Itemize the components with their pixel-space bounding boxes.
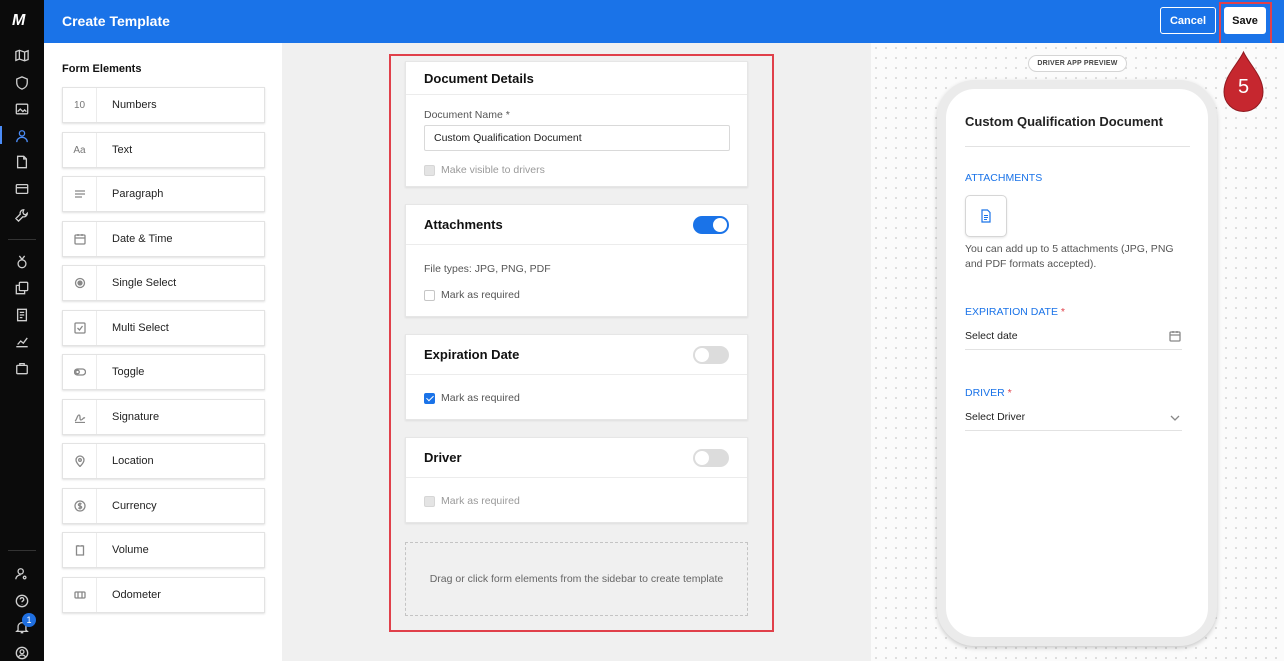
shield-icon[interactable] bbox=[14, 75, 30, 91]
cancel-button[interactable]: Cancel bbox=[1160, 7, 1216, 34]
help-icon[interactable] bbox=[14, 593, 30, 609]
page-title: Create Template bbox=[62, 13, 170, 29]
element-multi-select[interactable]: Multi Select bbox=[62, 310, 265, 346]
element-label: Single Select bbox=[112, 277, 177, 289]
rail-divider-bottom bbox=[8, 550, 36, 551]
volume-icon bbox=[63, 533, 97, 567]
map-icon[interactable] bbox=[14, 48, 30, 64]
notification-badge: 1 bbox=[22, 613, 36, 627]
bag-icon[interactable] bbox=[14, 360, 30, 376]
required-asterisk: * bbox=[1060, 306, 1065, 318]
builder-highlight-box bbox=[389, 54, 774, 632]
preview-driver-label: DRIVER * bbox=[965, 387, 1012, 399]
element-label: Location bbox=[112, 455, 154, 467]
element-signature[interactable]: Signature bbox=[62, 399, 265, 435]
rail-divider bbox=[8, 239, 36, 240]
report-icon[interactable] bbox=[14, 307, 30, 323]
active-indicator bbox=[0, 126, 2, 144]
element-label: Paragraph bbox=[112, 188, 164, 200]
element-volume[interactable]: Volume bbox=[62, 532, 265, 568]
element-single-select[interactable]: Single Select bbox=[62, 265, 265, 301]
element-toggle[interactable]: Toggle bbox=[62, 354, 265, 390]
copy-icon[interactable] bbox=[14, 280, 30, 296]
fuel-icon[interactable] bbox=[14, 254, 30, 270]
preview-badge: DRIVER APP PREVIEW bbox=[1028, 55, 1127, 72]
text-icon: Aa bbox=[63, 133, 97, 167]
element-label: Numbers bbox=[112, 99, 157, 111]
calendar-icon bbox=[63, 222, 97, 256]
phone-frame bbox=[937, 80, 1217, 646]
sidebar-title: Form Elements bbox=[62, 63, 142, 75]
signature-icon bbox=[63, 400, 97, 434]
element-label: Text bbox=[112, 144, 133, 156]
element-label: Multi Select bbox=[112, 322, 169, 334]
required-asterisk: * bbox=[1007, 387, 1012, 399]
expiration-date-field[interactable]: Select date bbox=[965, 330, 1018, 342]
element-label: Toggle bbox=[112, 366, 145, 378]
element-label: Odometer bbox=[112, 589, 161, 601]
app-rail: M 1 bbox=[0, 0, 44, 661]
element-label: Date & Time bbox=[112, 233, 173, 245]
numbers-icon: 10 bbox=[63, 88, 97, 122]
expiration-underline bbox=[965, 349, 1182, 350]
element-paragraph[interactable]: Paragraph bbox=[62, 176, 265, 212]
element-location[interactable]: Location bbox=[62, 443, 265, 479]
form-elements-sidebar: Form Elements 10 Numbers Aa Text Paragra… bbox=[44, 43, 282, 661]
label-text: EXPIRATION DATE bbox=[965, 306, 1058, 318]
save-highlight-box bbox=[1219, 2, 1272, 47]
element-currency[interactable]: Currency bbox=[62, 488, 265, 524]
element-label: Currency bbox=[112, 500, 157, 512]
element-text[interactable]: Aa Text bbox=[62, 132, 265, 168]
user-settings-icon[interactable] bbox=[14, 566, 30, 582]
paragraph-icon bbox=[63, 177, 97, 211]
file-icon bbox=[981, 209, 991, 223]
account-icon[interactable] bbox=[14, 645, 30, 661]
calendar-icon[interactable] bbox=[1169, 329, 1181, 347]
step-number: 5 bbox=[1237, 76, 1250, 98]
analytics-icon[interactable] bbox=[14, 333, 30, 349]
preview-attachments-label: ATTACHMENTS bbox=[965, 172, 1043, 184]
driver-underline bbox=[965, 430, 1182, 431]
checkbox-icon bbox=[63, 311, 97, 345]
image-icon[interactable] bbox=[14, 101, 30, 117]
chevron-down-icon[interactable] bbox=[1169, 411, 1181, 429]
step-marker: 5 bbox=[1222, 50, 1265, 114]
radio-icon bbox=[63, 266, 97, 300]
element-label: Signature bbox=[112, 411, 160, 423]
preview-title: Custom Qualification Document bbox=[965, 114, 1163, 129]
card-icon[interactable] bbox=[14, 181, 30, 197]
driver-select[interactable]: Select Driver bbox=[965, 411, 1025, 423]
element-date-time[interactable]: Date & Time bbox=[62, 221, 265, 257]
element-numbers[interactable]: 10 Numbers bbox=[62, 87, 265, 123]
attachments-note: You can add up to 5 attachments (JPG, PN… bbox=[965, 243, 1174, 270]
label-text: DRIVER bbox=[965, 387, 1005, 399]
user-icon[interactable] bbox=[14, 128, 30, 144]
preview-expiration-label: EXPIRATION DATE * bbox=[965, 306, 1065, 318]
element-odometer[interactable]: Odometer bbox=[62, 577, 265, 613]
odometer-icon bbox=[63, 578, 97, 612]
add-attachment-button[interactable] bbox=[965, 195, 1007, 237]
currency-icon bbox=[63, 489, 97, 523]
document-icon[interactable] bbox=[14, 154, 30, 170]
top-header: Create Template Cancel Save bbox=[44, 0, 1284, 43]
toggle-icon bbox=[63, 355, 97, 389]
preview-divider bbox=[965, 146, 1190, 147]
element-label: Volume bbox=[112, 544, 149, 556]
brand-logo[interactable]: M bbox=[12, 12, 25, 30]
location-pin-icon bbox=[63, 444, 97, 478]
wrench-icon[interactable] bbox=[14, 207, 30, 223]
